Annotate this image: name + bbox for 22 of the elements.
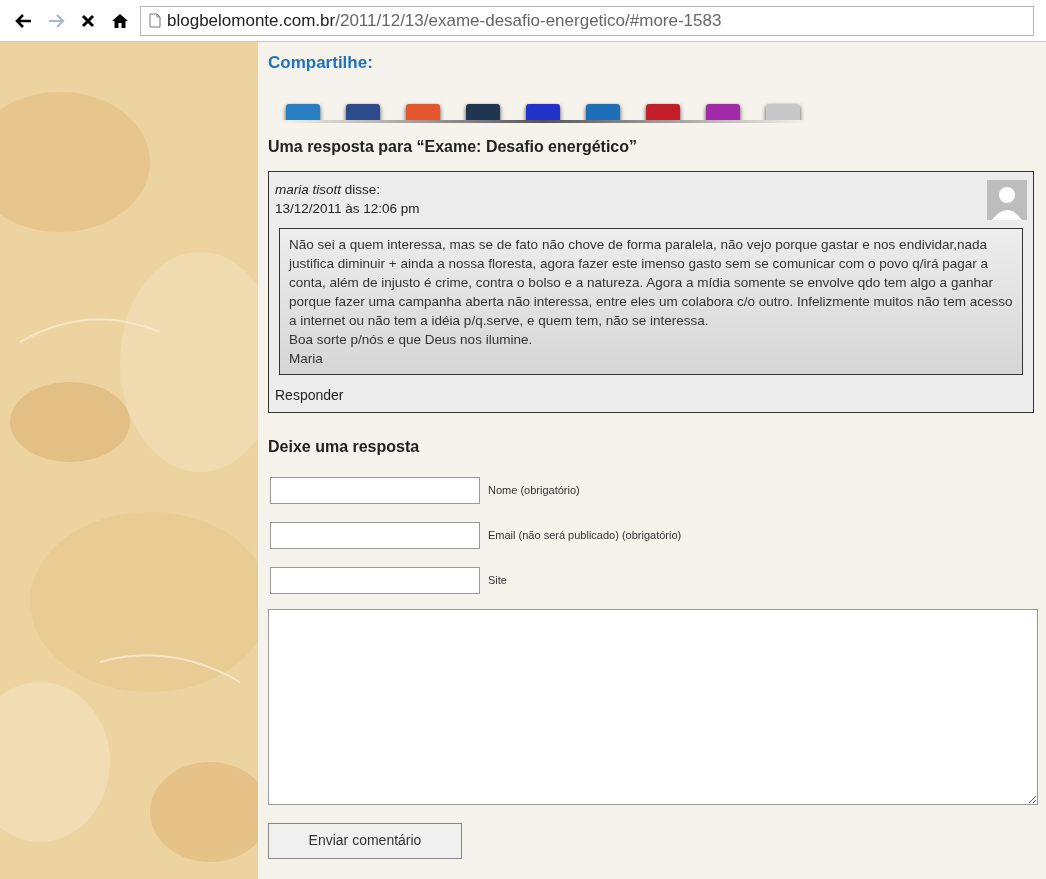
url-host: blogbelomonte.com.br <box>167 10 336 30</box>
comment-author: maria tisott disse: <box>275 180 382 199</box>
comment-text: Boa sorte p/nós e que Deus nos ilumine. <box>289 330 534 349</box>
field-label: Site <box>488 572 507 588</box>
comments-heading: Uma resposta para “Exame: Desafio energético” <box>268 136 639 157</box>
input-field[interactable] <box>270 476 480 504</box>
address-bar[interactable]: blogbelomonte.com.br/2011/12/13/exame-desafio-energetico/#more-1583 <box>140 5 1034 36</box>
url-path: /2011/12/13/exame-desafio-energetico/#more-1583 <box>335 10 722 30</box>
field-label: Nome (obrigatório) <box>488 482 580 498</box>
input-field[interactable] <box>270 566 480 594</box>
field-label: Email (não será publicado) (obrigatório) <box>488 527 682 543</box>
page-icon <box>149 13 161 28</box>
comment-field[interactable] <box>268 608 1038 805</box>
avatar-icon <box>987 179 1027 220</box>
comment-text: Maria <box>289 349 324 368</box>
submit-button[interactable]: Enviar comentário <box>268 822 462 859</box>
comment-date: 13/12/2011 às 12:06 pm <box>275 199 420 218</box>
form-heading: Deixe uma resposta <box>268 436 421 457</box>
reply-link[interactable]: Responder <box>275 384 344 406</box>
comment-text: Não sei a quem interessa, mas se de fato não chove de forma paralela, não vejo porque gastar e nos endividar,nada justifica diminuir + ainda a nossa floresta, agora fazer este imenso gasto sem se comunicar com o povo q/irá pagar a conta, além de injusto é crime, contra o bolso e a natureza. Agora a mídia somente se envolve qdo tem algo a ganhar porque fazer uma campanha aberta não interessa, entre eles um colabora c/o outro. Infelizmente muitos não tem acesso a internet ou não tem a idéia p/q.serve, e quem tem, não se interessa. <box>289 235 1013 330</box>
share-heading: Compartilhe: <box>268 52 374 74</box>
input-field[interactable] <box>270 521 480 549</box>
